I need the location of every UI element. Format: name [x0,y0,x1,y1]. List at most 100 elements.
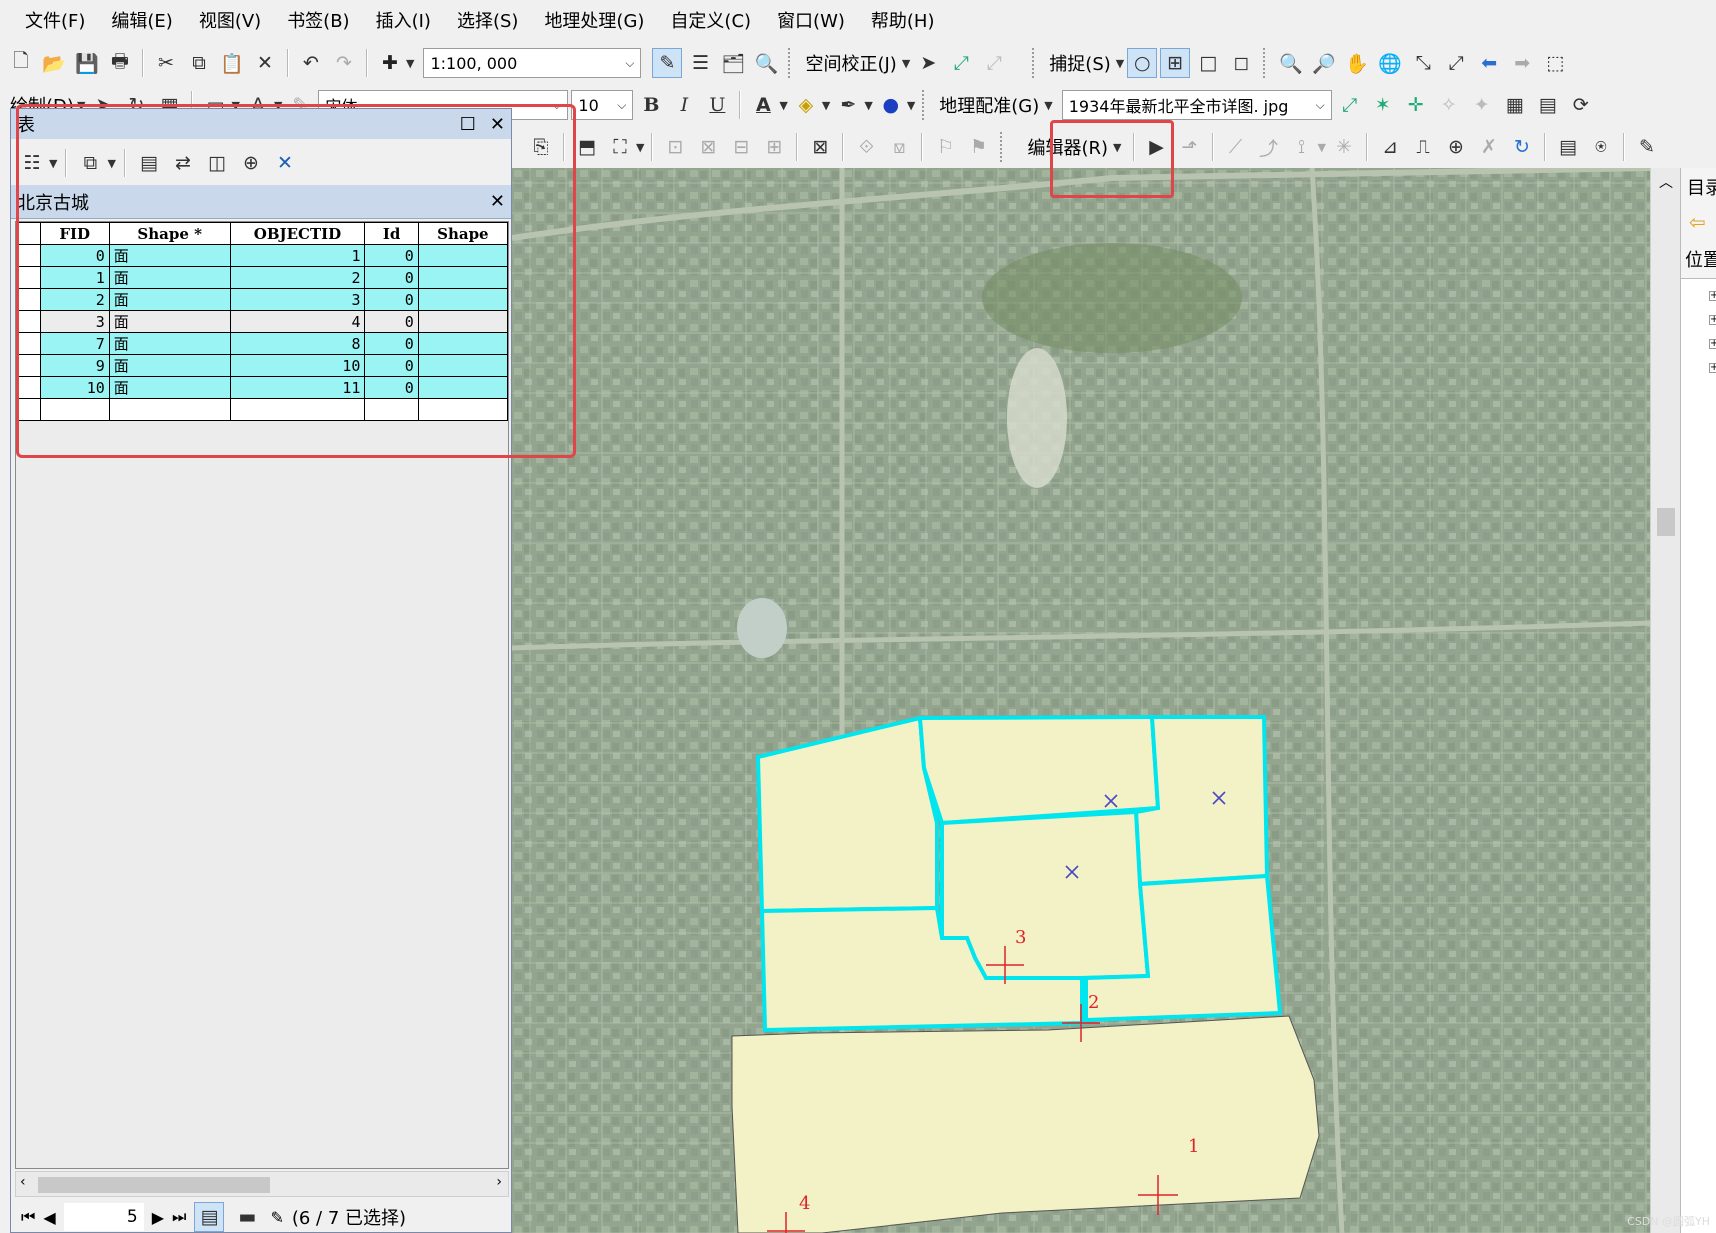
model-builder-icon[interactable]: ⛶ [605,132,635,162]
current-record-field[interactable]: 5 [63,1203,144,1231]
toolbar-grip[interactable] [1000,132,1006,162]
edit-annotation-icon[interactable]: ⬏ [1175,132,1205,162]
show-selected-records-icon[interactable]: ▬ [232,1202,262,1232]
paste-icon[interactable]: 📋 [217,48,247,78]
font-color-icon[interactable]: A [748,90,778,120]
fixed-zoom-out-icon[interactable]: ⤢ [1441,48,1471,78]
go-back-icon[interactable]: ⬅ [1474,48,1504,78]
menu-customize[interactable]: 自定义(C) [657,0,764,44]
font-size-combo[interactable]: 10 ⌵ [571,90,634,120]
inner-city-polygons[interactable] [755,714,1283,1033]
zoom-out-icon[interactable]: 🔎 [1309,48,1339,78]
open-folder-icon[interactable]: 📂 [39,48,69,78]
undo-icon[interactable]: ↶ [296,48,326,78]
menu-file[interactable]: 文件(F) [12,0,98,44]
straight-segment-icon[interactable]: ⟋ [1221,132,1251,162]
delete-link-icon[interactable]: ✧ [1434,90,1464,120]
expand-icon[interactable]: + [1709,339,1716,349]
sketch-properties-icon[interactable]: ⍟ [1586,132,1616,162]
create-features-icon[interactable]: ✎ [1632,132,1662,162]
view-link-table-icon[interactable]: ▦ [1500,90,1530,120]
reshape-feature-icon[interactable]: ⎍ [1408,132,1438,162]
error-list-icon[interactable]: ⚑ [963,132,993,162]
new-document-icon[interactable]: 🗋 [6,48,36,78]
map-vertical-scrollbar[interactable]: ︿ [1650,168,1680,1233]
refresh-icon[interactable]: ⟳ [1566,90,1596,120]
save-icon[interactable]: 💾 [72,48,102,78]
go-forward-icon[interactable]: ➡ [1507,48,1537,78]
model-dropdown-icon[interactable]: ▼ [636,141,644,154]
next-record-icon[interactable]: ▶ [152,1208,164,1227]
menu-windows[interactable]: 窗口(W) [764,0,858,44]
topology-tool-3-icon[interactable]: ⊟ [726,132,756,162]
end-point-arc-icon[interactable]: ⤴ [1254,132,1284,162]
modify-link-icon[interactable]: ⤢ [979,48,1009,78]
link-table-icon[interactable]: ▤ [1533,90,1563,120]
toolbar-grip[interactable] [788,48,794,78]
copy-icon[interactable]: ⧉ [184,48,214,78]
menu-help[interactable]: 帮助(H) [858,0,948,44]
menu-geoprocessing[interactable]: 地理处理(G) [531,0,657,44]
italic-button[interactable]: I [669,90,699,120]
scroll-thumb[interactable] [1657,508,1675,536]
rotate-link-icon[interactable]: ✦ [1467,90,1497,120]
select-elements-icon[interactable]: ➤ [913,48,943,78]
topology-tool-2-icon[interactable]: ⊠ [693,132,723,162]
cut-icon[interactable]: ✂ [151,48,181,78]
menu-edit[interactable]: 编辑(E) [98,0,185,44]
cut-polygons-icon[interactable]: ⊕ [1441,132,1471,162]
search-window-icon[interactable]: 🔍 [751,48,781,78]
spatial-adjustment-menu[interactable]: 空间校正(J) [801,50,900,76]
topology-tool-4-icon[interactable]: ⊞ [759,132,789,162]
trace-dropdown-icon[interactable]: ▼ [1318,141,1326,154]
underline-button[interactable]: U [702,90,732,120]
add-feature-icon[interactable]: ⬒ [572,132,602,162]
marker-color-icon[interactable]: ● [876,90,906,120]
spatial-adjustment-dropdown-icon[interactable]: ▼ [902,57,910,70]
menu-insert[interactable]: 插入(I) [363,0,444,44]
end-snapping-icon[interactable]: ⊞ [1160,48,1191,78]
new-displacement-link-icon[interactable]: ⤢ [946,48,976,78]
toolbar-grip[interactable] [922,90,928,120]
outer-city-polygon[interactable] [731,1015,1320,1233]
expand-icon[interactable]: + [1709,363,1716,373]
point-icon[interactable]: ✳ [1329,132,1359,162]
point-snapping-icon[interactable]: ○ [1127,48,1158,78]
split-tool-icon[interactable]: ✗ [1474,132,1504,162]
georeferencing-dropdown-icon[interactable]: ▼ [1044,99,1052,112]
add-point-icon[interactable]: ✛ [1401,90,1431,120]
control-points-icon[interactable]: ✶ [1368,90,1398,120]
snapping-dropdown-icon[interactable]: ▼ [1116,57,1124,70]
redo-icon[interactable]: ↷ [329,48,359,78]
fix-topology-icon[interactable]: ⊠ [805,132,835,162]
snapping-menu[interactable]: 捕捉(S) [1045,50,1114,76]
line-color-dropdown-icon[interactable]: ▼ [864,99,872,112]
georef-layer-combo[interactable]: 1934年最新北平全市详图. jpg ⌵ [1061,90,1332,120]
expand-icon[interactable]: + [1709,291,1716,301]
vertex-snapping-icon[interactable]: □ [1193,48,1223,78]
validate-extent-icon[interactable]: ⟏ [884,132,914,162]
scroll-left-icon[interactable]: ‹ [20,1174,26,1190]
catalog-tree[interactable]: + + + + [1681,278,1716,1233]
menu-bookmarks[interactable]: 书签(B) [274,0,362,44]
add-data-icon[interactable]: ✚ [375,48,405,78]
editor-toolbar-toggle-icon[interactable]: ✎ [652,48,683,78]
menu-selection[interactable]: 选择(S) [444,0,531,44]
map-view[interactable]: 1 2 3 4 [512,168,1650,1233]
table-of-contents-icon[interactable]: ☰ [685,48,715,78]
fill-color-icon[interactable]: ◈ [791,90,821,120]
georeferencing-menu[interactable]: 地理配准(G) [935,92,1043,118]
topology-tool-1-icon[interactable]: ⊡ [660,132,690,162]
zoom-in-icon[interactable]: 🔍 [1276,48,1306,78]
first-record-icon[interactable]: ⏮ [21,1207,35,1227]
print-icon[interactable]: 🖶 [105,48,135,78]
fixed-zoom-in-icon[interactable]: ⤡ [1408,48,1438,78]
line-color-icon[interactable]: ✒ [833,90,863,120]
trace-icon[interactable]: ⟟ [1287,132,1317,162]
select-features-icon[interactable]: ⬚ [1540,48,1570,78]
rotate-tool-icon[interactable]: ↻ [1507,132,1537,162]
scroll-right-icon[interactable]: › [496,1174,502,1190]
menu-view[interactable]: 视图(V) [186,0,274,44]
toolbar-grip[interactable] [1032,48,1038,78]
previous-record-icon[interactable]: ◀ [43,1208,55,1227]
